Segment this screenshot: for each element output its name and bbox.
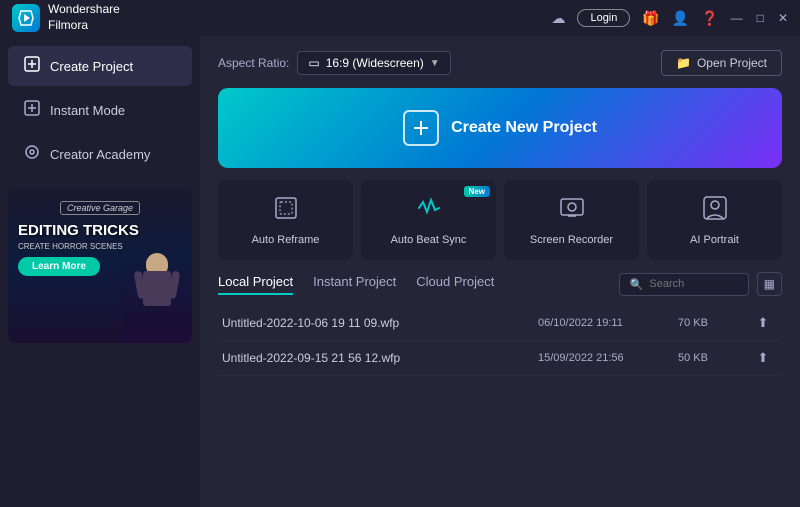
banner-subtitle: CREATE HORROR SCENES (18, 242, 182, 251)
banner-garage-text: Creative Garage (60, 201, 140, 215)
project-list: Untitled-2022-10-06 19 11 09.wfp 06/10/2… (218, 306, 782, 376)
auto-reframe-icon (272, 194, 300, 228)
auto-beat-sync-label: Auto Beat Sync (391, 234, 467, 246)
open-project-button[interactable]: 📁 Open Project (661, 50, 782, 76)
profile-icon[interactable]: 👤 (672, 10, 689, 27)
content-topbar: Aspect Ratio: ▭ 16:9 (Widescreen) ▼ 📁 Op… (218, 50, 782, 76)
project-name: Untitled-2022-09-15 21 56 12.wfp (222, 351, 538, 365)
view-toggle-button[interactable]: ▦ (757, 272, 782, 296)
sidebar-creator-academy-label: Creator Academy (50, 147, 150, 162)
aspect-ratio-chevron-icon: ▼ (430, 58, 440, 69)
title-bar: Wondershare Filmora ☁ Login 🎁 👤 ❓ — □ ✕ (0, 0, 800, 36)
projects-header: Local Project Instant Project Cloud Proj… (218, 272, 782, 296)
aspect-ratio-icon: ▭ (308, 56, 319, 70)
minimize-button[interactable]: — (731, 11, 743, 25)
search-box: 🔍 (619, 273, 749, 296)
sidebar-promo-banner[interactable]: Creative Garage EDITING TRICKS CREATE HO… (8, 188, 192, 343)
project-size: 70 KB (678, 317, 748, 329)
cloud-icon[interactable]: ☁ (551, 10, 565, 27)
help-icon[interactable]: ❓ (701, 10, 718, 27)
close-button[interactable]: ✕ (778, 11, 788, 25)
action-card-auto-beat-sync[interactable]: New Auto Beat Sync (361, 180, 496, 260)
tab-local-project[interactable]: Local Project (218, 274, 293, 295)
project-date: 06/10/2022 19:11 (538, 317, 678, 329)
search-input[interactable] (649, 278, 729, 290)
app-branding: Wondershare Filmora (12, 2, 120, 33)
aspect-ratio-dropdown[interactable]: ▭ 16:9 (Widescreen) ▼ (297, 51, 450, 75)
upload-icon[interactable]: ⬆ (748, 350, 778, 366)
sidebar: Create Project Instant Mode Creator Acad… (0, 36, 200, 507)
project-size: 50 KB (678, 352, 748, 364)
tab-cloud-project[interactable]: Cloud Project (416, 274, 494, 295)
ai-portrait-icon (701, 194, 729, 228)
window-controls: — □ ✕ (731, 11, 788, 25)
project-name: Untitled-2022-10-06 19 11 09.wfp (222, 316, 538, 330)
action-card-auto-reframe[interactable]: Auto Reframe (218, 180, 353, 260)
new-badge: New (464, 186, 490, 197)
quick-actions-grid: Auto Reframe New Auto Beat Sync (218, 180, 782, 260)
sidebar-item-instant-mode[interactable]: Instant Mode (8, 90, 192, 130)
instant-mode-icon (24, 100, 40, 120)
sidebar-create-project-label: Create Project (50, 59, 133, 74)
upload-icon[interactable]: ⬆ (748, 315, 778, 331)
login-button[interactable]: Login (577, 9, 630, 27)
gift-icon[interactable]: 🎁 (642, 10, 659, 27)
create-project-icon (24, 56, 40, 76)
create-project-label: Create New Project (451, 119, 597, 137)
creator-academy-icon (24, 144, 40, 164)
app-logo (12, 4, 40, 32)
project-tabs: Local Project Instant Project Cloud Proj… (218, 274, 494, 295)
sidebar-item-create-project[interactable]: Create Project (8, 46, 192, 86)
screen-recorder-label: Screen Recorder (530, 234, 613, 246)
project-date: 15/09/2022 21:56 (538, 352, 678, 364)
banner-title: EDITING TRICKS (18, 223, 182, 240)
main-layout: Create Project Instant Mode Creator Acad… (0, 36, 800, 507)
auto-beat-sync-icon (415, 194, 443, 228)
search-icon: 🔍 (630, 278, 644, 291)
folder-icon: 📁 (676, 56, 691, 70)
ai-portrait-label: AI Portrait (690, 234, 739, 246)
maximize-button[interactable]: □ (757, 11, 764, 25)
create-new-project-banner[interactable]: Create New Project (218, 88, 782, 168)
content-area: Aspect Ratio: ▭ 16:9 (Widescreen) ▼ 📁 Op… (200, 36, 800, 507)
banner-learn-button[interactable]: Learn More (18, 257, 100, 276)
aspect-ratio-label: Aspect Ratio: (218, 56, 289, 70)
action-card-screen-recorder[interactable]: Screen Recorder (504, 180, 639, 260)
create-project-plus-icon (403, 110, 439, 146)
sidebar-instant-mode-label: Instant Mode (50, 103, 125, 118)
projects-section: Local Project Instant Project Cloud Proj… (218, 272, 782, 493)
app-title: Wondershare Filmora (48, 2, 120, 33)
projects-toolbar: 🔍 ▦ (619, 272, 782, 296)
title-bar-right: ☁ Login 🎁 👤 ❓ — □ ✕ (551, 9, 788, 27)
auto-reframe-label: Auto Reframe (252, 234, 320, 246)
tab-instant-project[interactable]: Instant Project (313, 274, 396, 295)
aspect-ratio-value: 16:9 (Widescreen) (326, 56, 424, 70)
aspect-ratio-selector: Aspect Ratio: ▭ 16:9 (Widescreen) ▼ (218, 51, 451, 75)
table-row[interactable]: Untitled-2022-10-06 19 11 09.wfp 06/10/2… (218, 306, 782, 341)
sidebar-item-creator-academy[interactable]: Creator Academy (8, 134, 192, 174)
action-card-ai-portrait[interactable]: AI Portrait (647, 180, 782, 260)
table-row[interactable]: Untitled-2022-09-15 21 56 12.wfp 15/09/2… (218, 341, 782, 376)
screen-recorder-icon (558, 194, 586, 228)
banner-content: Creative Garage EDITING TRICKS CREATE HO… (8, 188, 192, 286)
